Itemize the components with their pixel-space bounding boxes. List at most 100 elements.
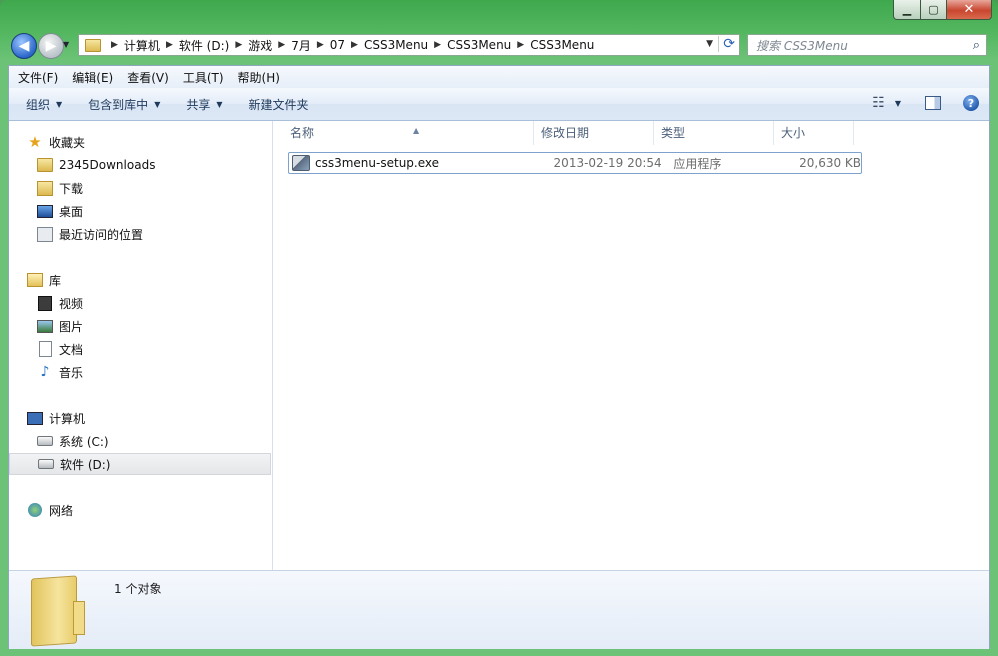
search-input[interactable]: 搜索 CSS3Menu ⌕: [747, 34, 987, 56]
breadcrumb-games[interactable]: 游戏: [248, 37, 272, 54]
sidebar-item-desktop[interactable]: 桌面: [9, 200, 299, 222]
sidebar-item-label: 2345Downloads: [59, 158, 156, 172]
chevron-right-icon[interactable]: ▶: [434, 40, 441, 50]
breadcrumb-drive-d[interactable]: 软件 (D:): [179, 37, 229, 54]
file-name: css3menu-setup.exe: [315, 156, 440, 170]
breadcrumb-css3menu-1[interactable]: CSS3Menu: [364, 38, 428, 52]
share-label: 共享: [186, 97, 211, 112]
chevron-right-icon[interactable]: ▶: [517, 40, 524, 50]
menu-bar: 文件(F) 编辑(E) 查看(V) 工具(T) 帮助(H): [9, 66, 989, 89]
recent-pages-dropdown[interactable]: ▼: [63, 40, 69, 49]
column-header-label: 类型: [661, 126, 686, 140]
client-area: 文件(F) 编辑(E) 查看(V) 工具(T) 帮助(H) 组织 ▼ 包含到库中…: [8, 65, 990, 649]
forward-button[interactable]: ▶: [38, 33, 64, 59]
column-header-label: 名称: [290, 126, 315, 140]
desktop-icon: [37, 203, 53, 219]
sidebar-item-2345downloads[interactable]: 2345Downloads: [9, 154, 299, 176]
sidebar-item-downloads[interactable]: 下载: [9, 177, 299, 199]
column-header-name[interactable]: 名称 ▲: [273, 121, 534, 145]
menu-view[interactable]: 查看(V): [122, 69, 174, 86]
refresh-icon[interactable]: ⟳: [718, 36, 735, 52]
column-header-modified[interactable]: 修改日期: [534, 121, 654, 145]
minimize-button[interactable]: ▁: [893, 0, 921, 20]
breadcrumb-july[interactable]: 7月: [291, 37, 311, 54]
search-placeholder[interactable]: 搜索 CSS3Menu: [756, 37, 973, 54]
sidebar-item-network[interactable]: 网络: [9, 499, 289, 521]
column-header-type[interactable]: 类型: [654, 121, 774, 145]
sidebar-item-recent-places[interactable]: 最近访问的位置: [9, 223, 299, 245]
chevron-down-icon[interactable]: ▼: [895, 99, 901, 108]
star-icon: ★: [28, 133, 42, 151]
preview-pane-icon[interactable]: [925, 96, 941, 110]
chevron-right-icon[interactable]: ▶: [278, 40, 285, 50]
chevron-right-icon[interactable]: ▶: [317, 40, 324, 50]
drive-icon: [38, 456, 54, 472]
sidebar-item-label: 下载: [59, 181, 84, 196]
new-folder-label: 新建文件夹: [248, 97, 309, 112]
breadcrumb-css3menu-3[interactable]: CSS3Menu: [530, 38, 594, 52]
menu-help[interactable]: 帮助(H): [233, 69, 285, 86]
sidebar-item-libraries[interactable]: 库: [9, 269, 289, 291]
chevron-down-icon: ▼: [154, 99, 161, 109]
address-bar[interactable]: ▶ 计算机 ▶ 软件 (D:) ▶ 游戏 ▶ 7月 ▶ 07 ▶ CSS3Men…: [78, 34, 740, 56]
chevron-right-icon[interactable]: ▶: [235, 40, 242, 50]
sidebar-item-videos[interactable]: 视频: [9, 292, 299, 314]
navigation-row: ◀ ▶ ▼ ▶ 计算机 ▶ 软件 (D:) ▶ 游戏 ▶ 7月 ▶ 07 ▶ C…: [0, 30, 998, 60]
file-type: 应用程序: [673, 156, 722, 171]
sidebar-item-label: 网络: [49, 503, 74, 518]
video-icon: [37, 295, 53, 311]
folder-icon: [37, 157, 53, 173]
chevron-right-icon[interactable]: ▶: [166, 40, 173, 50]
document-icon: [37, 341, 53, 357]
file-size: 20,630 KB: [799, 156, 862, 170]
sidebar-item-label: 桌面: [59, 204, 84, 219]
sidebar-item-documents[interactable]: 文档: [9, 338, 299, 360]
sidebar-item-drive-c[interactable]: 系统 (C:): [9, 430, 299, 452]
folder-icon: [85, 38, 101, 52]
item-count: 1 个对象: [114, 582, 162, 596]
column-header-size[interactable]: 大小: [774, 121, 854, 145]
back-button[interactable]: ◀: [11, 33, 37, 59]
chevron-down-icon: ▼: [216, 99, 223, 109]
sidebar-item-label: 计算机: [49, 411, 86, 426]
sidebar-item-pictures[interactable]: 图片: [9, 315, 299, 337]
menu-tools[interactable]: 工具(T): [178, 69, 229, 86]
computer-icon: [27, 410, 43, 426]
sidebar-item-favorites[interactable]: ★ 收藏夹: [9, 131, 289, 153]
maximize-button[interactable]: ▢: [921, 0, 947, 20]
new-folder-button[interactable]: 新建文件夹: [240, 96, 318, 113]
chevron-right-icon[interactable]: ▶: [111, 40, 118, 50]
include-in-library-button[interactable]: 包含到库中 ▼: [79, 96, 169, 113]
breadcrumb-07[interactable]: 07: [330, 38, 345, 52]
folder-icon: [31, 575, 77, 647]
close-button[interactable]: ✕: [947, 0, 992, 20]
caption-buttons: ▁ ▢ ✕: [893, 0, 992, 20]
search-icon[interactable]: ⌕: [973, 38, 980, 53]
system-drive-icon: [37, 433, 53, 449]
sidebar-item-drive-d[interactable]: 软件 (D:): [9, 453, 271, 475]
help-icon[interactable]: ?: [963, 95, 979, 111]
organize-button[interactable]: 组织 ▼: [17, 96, 71, 113]
change-view-icon[interactable]: ☷: [872, 95, 885, 111]
menu-edit[interactable]: 编辑(E): [67, 69, 118, 86]
file-name-cell: css3menu-setup.exe: [289, 155, 554, 171]
chevron-down-icon: ▼: [56, 99, 63, 109]
sidebar-item-label: 最近访问的位置: [59, 227, 144, 242]
share-button[interactable]: 共享 ▼: [177, 96, 231, 113]
include-library-label: 包含到库中: [88, 97, 149, 112]
sidebar-item-computer[interactable]: 计算机: [9, 407, 289, 429]
download-folder-icon: [37, 180, 53, 196]
column-header-label: 大小: [781, 126, 806, 140]
sidebar-item-label: 图片: [59, 319, 84, 334]
breadcrumb-css3menu-2[interactable]: CSS3Menu: [447, 38, 511, 52]
column-headers: 名称 ▲ 修改日期 类型 大小: [273, 121, 873, 145]
address-history-dropdown[interactable]: ▼: [706, 39, 713, 49]
sidebar-item-label: 软件 (D:): [60, 457, 111, 472]
chevron-right-icon[interactable]: ▶: [351, 40, 358, 50]
recent-places-icon: [37, 226, 53, 242]
breadcrumb-computer[interactable]: 计算机: [124, 37, 160, 54]
file-row[interactable]: css3menu-setup.exe 2013-02-19 20:54 应用程序…: [288, 152, 862, 174]
toolbar-right-group: ☷ ▼ ?: [872, 95, 979, 111]
menu-file[interactable]: 文件(F): [13, 69, 63, 86]
sidebar-item-music[interactable]: ♪ 音乐: [9, 361, 299, 383]
